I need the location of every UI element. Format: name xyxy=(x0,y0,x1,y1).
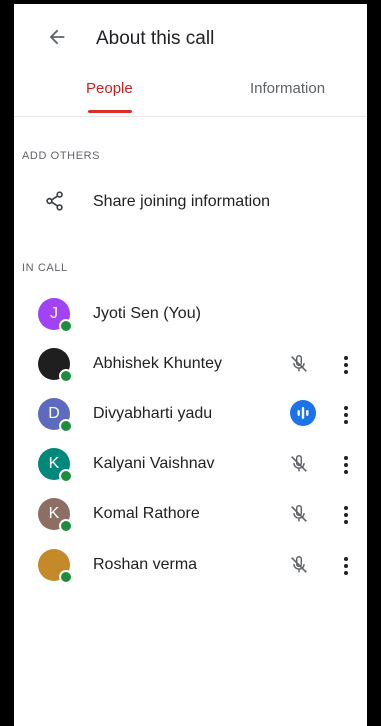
page-title: About this call xyxy=(96,28,215,49)
participant-row[interactable]: K Kalyani Vaishnav xyxy=(14,448,367,498)
online-status-dot xyxy=(59,419,73,433)
participant-avatar xyxy=(38,348,73,383)
participant-name: Divyabharti yadu xyxy=(93,405,213,422)
more-options-icon[interactable] xyxy=(342,504,350,526)
avatar-initial: D xyxy=(48,405,60,422)
participant-name: Kalyani Vaishnav xyxy=(93,455,215,472)
tab-bar: People Information xyxy=(14,66,367,117)
more-options-icon[interactable] xyxy=(342,454,350,476)
participant-name: Jyoti Sen (You) xyxy=(93,305,201,322)
mic-muted-icon xyxy=(288,353,310,375)
share-joining-info-button[interactable]: Share joining information xyxy=(14,186,367,222)
online-status-dot xyxy=(59,570,73,584)
more-options-icon[interactable] xyxy=(342,555,350,577)
online-status-dot xyxy=(59,319,73,333)
participant-row[interactable]: J Jyoti Sen (You) xyxy=(14,298,367,348)
avatar-initial: J xyxy=(50,305,58,322)
mic-muted-icon xyxy=(288,503,310,525)
participant-row[interactable]: K Komal Rathore xyxy=(14,498,367,548)
back-arrow-icon[interactable] xyxy=(46,26,68,48)
tab-information[interactable]: Information xyxy=(250,80,325,97)
participant-avatar: D xyxy=(38,398,73,433)
online-status-dot xyxy=(59,519,73,533)
participant-row[interactable]: D Divyabharti yadu xyxy=(14,398,367,448)
online-status-dot xyxy=(59,369,73,383)
participant-avatar xyxy=(38,549,73,584)
more-options-icon[interactable] xyxy=(342,404,350,426)
participant-avatar: K xyxy=(38,448,73,483)
participant-name: Abhishek Khuntey xyxy=(93,355,222,372)
active-tab-indicator xyxy=(88,110,132,113)
participant-avatar: J xyxy=(38,298,73,333)
header: About this call xyxy=(14,4,367,66)
participant-name: Komal Rathore xyxy=(93,505,200,522)
mic-muted-icon xyxy=(288,554,310,576)
avatar-initial: K xyxy=(48,505,60,522)
call-details-screen: About this call People Information ADD O… xyxy=(14,4,367,726)
participant-name: Roshan verma xyxy=(93,556,198,573)
participant-row[interactable]: Abhishek Khuntey xyxy=(14,348,367,398)
tab-people[interactable]: People xyxy=(86,80,133,97)
share-joining-info-label: Share joining information xyxy=(93,193,270,210)
online-status-dot xyxy=(59,469,73,483)
more-options-icon[interactable] xyxy=(342,354,350,376)
speaking-indicator-icon xyxy=(290,400,316,426)
add-others-heading: ADD OTHERS xyxy=(22,150,101,162)
in-call-heading: IN CALL xyxy=(22,262,68,274)
mic-muted-icon xyxy=(288,453,310,475)
participant-row[interactable]: Roshan verma xyxy=(14,549,367,599)
participant-avatar: K xyxy=(38,498,73,533)
share-icon xyxy=(46,191,63,211)
avatar-initial: K xyxy=(48,455,60,472)
